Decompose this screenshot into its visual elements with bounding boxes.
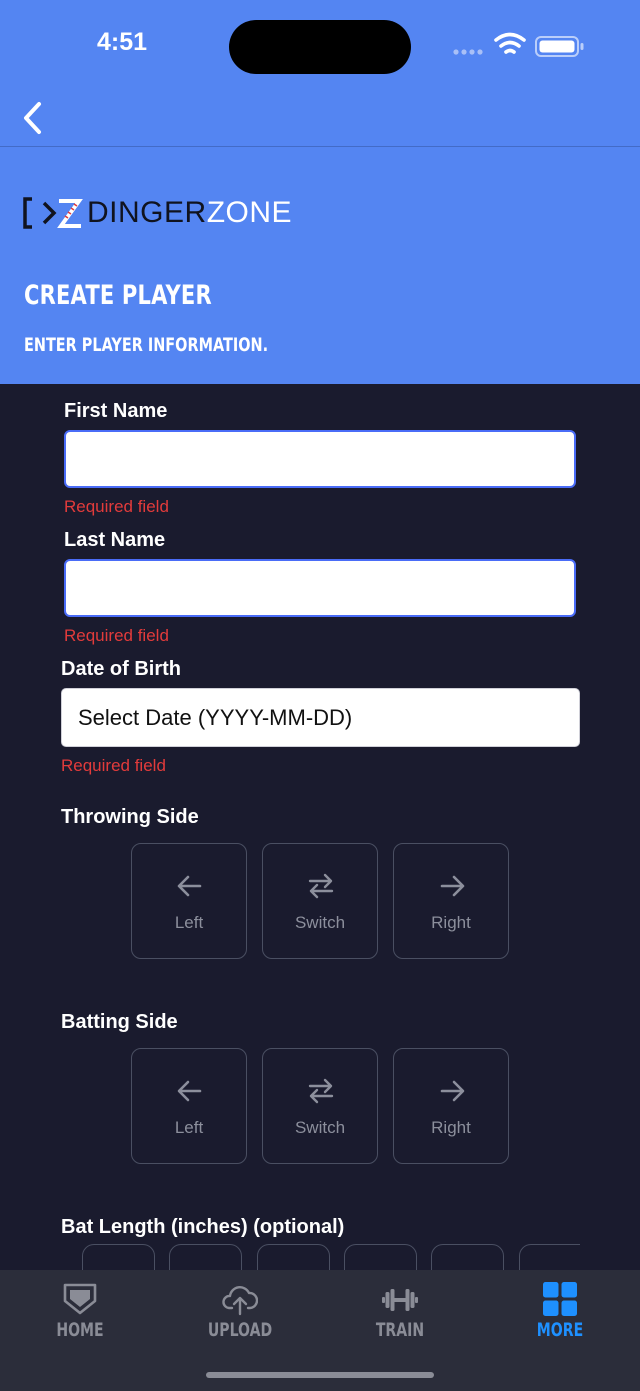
- batting-left-label: Left: [174, 1118, 204, 1137]
- arrow-right-icon: [440, 1080, 465, 1102]
- back-button[interactable]: [12, 98, 52, 138]
- batting-right-button[interactable]: Right: [393, 1048, 509, 1164]
- arrow-right-icon: [440, 875, 465, 897]
- dumbbell-icon: [382, 1289, 418, 1311]
- dynamic-island: [229, 20, 411, 74]
- tab-home[interactable]: HOME: [20, 1270, 140, 1350]
- batting-side-label: Batting Side: [61, 1011, 178, 1033]
- status-time: 4:51: [96, 28, 148, 56]
- first-name-field[interactable]: [64, 430, 576, 488]
- status-icons: [453, 32, 584, 57]
- batting-switch-label: Switch: [294, 1118, 346, 1137]
- home-indicator: [206, 1372, 434, 1378]
- bat-length-label: Bat Length (inches) (optional): [61, 1216, 345, 1238]
- wifi-icon: [494, 32, 526, 54]
- date-of-birth-error: Required field: [61, 756, 166, 775]
- grid-icon: [543, 1282, 577, 1316]
- home-plate-icon: [63, 1283, 97, 1315]
- header-divider: [0, 146, 640, 147]
- throwing-left-label: Left: [174, 913, 204, 932]
- tab-home-label: HOME: [56, 1319, 104, 1341]
- batting-right-label: Right: [431, 1118, 471, 1137]
- tab-upload[interactable]: UPLOAD: [180, 1270, 300, 1350]
- first-name-error: Required field: [64, 497, 169, 516]
- logo-text: DINGERZONE: [87, 196, 293, 229]
- last-name-field[interactable]: [64, 559, 576, 617]
- throwing-left-button[interactable]: Left: [131, 843, 247, 959]
- tab-more[interactable]: MORE: [500, 1270, 620, 1350]
- throwing-right-button[interactable]: Right: [393, 843, 509, 959]
- header: 4:51 DINGERZONE CREATE PLAYER ENTER PLAY…: [0, 0, 640, 384]
- tab-train-label: TRAIN: [375, 1319, 425, 1341]
- arrow-left-icon: [177, 875, 202, 897]
- throwing-right-label: Right: [431, 913, 471, 932]
- tab-upload-label: UPLOAD: [207, 1319, 273, 1341]
- switch-arrows-icon: [308, 873, 334, 899]
- date-of-birth-value: Select Date (YYYY-MM-DD): [78, 704, 353, 730]
- page-title: CREATE PLAYER: [24, 280, 212, 311]
- date-of-birth-picker[interactable]: Select Date (YYYY-MM-DD): [61, 688, 580, 747]
- last-name-label: Last Name: [64, 529, 166, 551]
- tab-more-label: MORE: [536, 1319, 584, 1341]
- page-subtitle: ENTER PLAYER INFORMATION.: [24, 334, 269, 356]
- dingerzone-logo: DINGERZONE: [22, 193, 292, 233]
- switch-arrows-icon: [308, 1078, 334, 1104]
- date-of-birth-label: Date of Birth: [61, 658, 181, 680]
- create-player-screen: 4:51 DINGERZONE CREATE PLAYER ENTER PLAY…: [0, 0, 640, 1391]
- first-name-label: First Name: [64, 400, 168, 422]
- last-name-error: Required field: [64, 626, 169, 645]
- throwing-side-label: Throwing Side: [61, 806, 199, 828]
- tab-train[interactable]: TRAIN: [340, 1270, 460, 1350]
- batting-switch-button[interactable]: Switch: [262, 1048, 378, 1164]
- signal-icon: [453, 49, 483, 55]
- battery-icon: [535, 36, 584, 57]
- throwing-switch-button[interactable]: Switch: [262, 843, 378, 959]
- arrow-left-icon: [177, 1080, 202, 1102]
- throwing-switch-label: Switch: [294, 913, 346, 932]
- cloud-upload-icon: [222, 1286, 258, 1316]
- batting-left-button[interactable]: Left: [131, 1048, 247, 1164]
- dz-logo-mark: [23, 197, 83, 229]
- chevron-left-icon: [24, 102, 41, 134]
